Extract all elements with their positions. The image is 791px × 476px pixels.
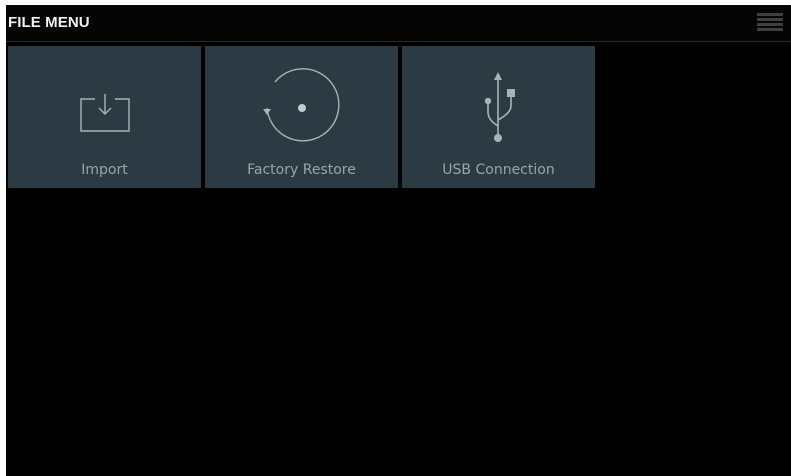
header-bar: FILE MENU bbox=[6, 5, 791, 42]
factory-restore-label: Factory Restore bbox=[247, 162, 356, 178]
usb-connection-button[interactable]: USB Connection bbox=[402, 46, 595, 188]
file-menu-tiles: Import Factory Restore USB Connection bbox=[8, 46, 791, 191]
list-menu-icon[interactable] bbox=[757, 12, 783, 32]
file-menu-screen: FILE MENU Import Factory Restore USB Con… bbox=[6, 5, 791, 476]
factory-restore-icon bbox=[205, 46, 398, 156]
factory-restore-button[interactable]: Factory Restore bbox=[205, 46, 398, 188]
usb-connection-label: USB Connection bbox=[442, 162, 555, 178]
import-button[interactable]: Import bbox=[8, 46, 201, 188]
import-label: Import bbox=[81, 162, 128, 178]
import-tray-icon bbox=[8, 46, 201, 156]
page-title: FILE MENU bbox=[8, 14, 90, 31]
list-menu-icon-graphic bbox=[757, 13, 783, 31]
usb-icon bbox=[402, 46, 595, 156]
